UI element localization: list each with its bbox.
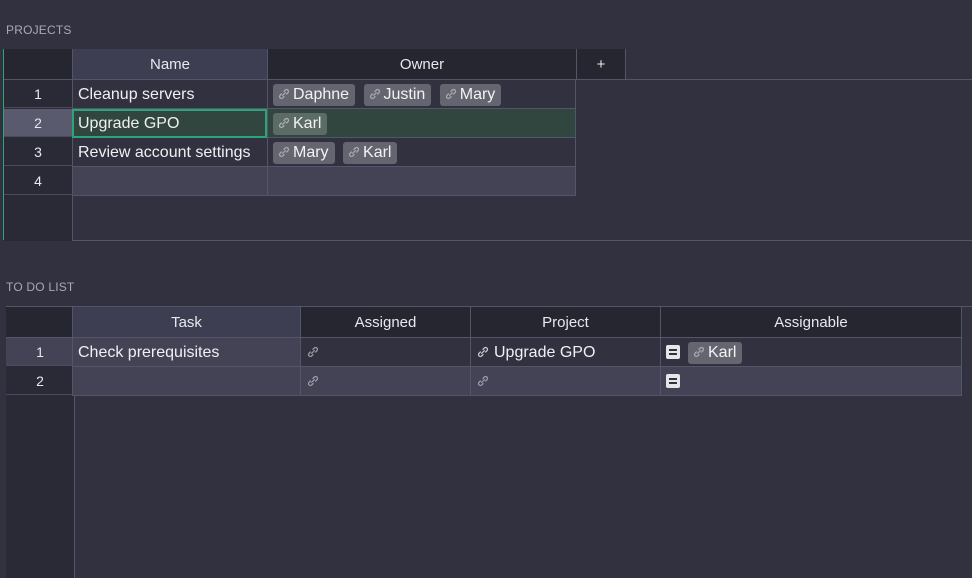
add-column-button[interactable]: + [576,49,626,80]
cell-name-selected[interactable]: Upgrade GPO [72,109,267,138]
link-icon [369,88,380,99]
link-icon [278,117,290,128]
link-icon [307,346,319,358]
choice-list-icon [666,374,680,388]
row-number[interactable]: 2 [4,109,72,137]
link-icon [693,346,705,357]
link-icon [445,88,456,99]
chip-label: Daphne [293,85,350,103]
cell-owner[interactable]: Daphne Justin Mary [267,80,576,109]
link-icon [477,375,489,387]
cell-project[interactable]: Upgrade GPO [470,338,660,367]
corner-cell[interactable] [4,49,72,80]
row-number[interactable]: 1 [4,80,72,108]
column-header-name[interactable]: Name [72,49,267,80]
row-number-column: 1 2 3 4 [4,49,73,241]
cell-owner[interactable]: Karl [267,109,576,138]
cell-text: Review account settings [78,144,251,161]
projects-grid: 1 2 3 4 Name Owner + Cleanup servers Dap… [4,49,972,241]
new-row-cell-task[interactable] [72,367,300,396]
new-row-cell-name[interactable] [72,167,267,196]
chip-label: Mary [459,85,496,103]
link-icon [307,375,319,387]
new-row-cell-assigned[interactable] [300,367,470,396]
column-header-assigned[interactable]: Assigned [300,307,470,338]
column-header-assignable[interactable]: Assignable [660,307,962,338]
reference-chip[interactable]: Karl [688,341,743,364]
cell-assignable[interactable]: Karl [660,338,962,367]
todo-grid: 1 2 Task Assigned Project Assignable Che… [6,306,972,578]
grid-bottom-border [72,240,972,241]
row-number-column: 1 2 [6,307,75,578]
projects-section-title: PROJECTS [6,23,72,37]
new-row-cell-project[interactable] [470,367,660,396]
corner-cell[interactable] [6,307,74,338]
cell-text: Upgrade GPO [78,115,180,132]
chip-label: Mary [293,143,329,161]
link-icon [477,346,489,358]
column-header-owner[interactable]: Owner [267,49,576,80]
reference-chip[interactable]: Karl [273,112,328,135]
cell-name[interactable]: Cleanup servers [72,80,267,109]
column-header-task[interactable]: Task [72,307,300,338]
column-header-project[interactable]: Project [470,307,660,338]
chip-label: Karl [363,143,392,161]
cell-text: Cleanup servers [78,86,195,103]
cell-task[interactable]: Check prerequisites [72,338,300,367]
choice-list-icon [666,345,680,359]
new-row-cell-owner[interactable] [267,167,576,196]
cell-text: Check prerequisites [78,344,220,361]
row-number[interactable]: 1 [6,338,74,366]
reference-chip[interactable]: Karl [343,141,398,164]
chip-label: Karl [708,343,737,361]
cell-text: Upgrade GPO [494,344,596,361]
todo-section-title: TO DO LIST [6,280,75,294]
row-number[interactable]: 3 [4,138,72,166]
new-row-cell-assignable[interactable] [660,367,962,396]
cell-owner[interactable]: Mary Karl [267,138,576,167]
chip-label: Justin [383,85,426,103]
link-icon [348,146,360,157]
reference-chip[interactable]: Justin [363,83,432,106]
cell-assigned[interactable] [300,338,470,367]
reference-chip[interactable]: Mary [439,83,502,106]
reference-chip[interactable]: Daphne [273,83,356,106]
row-number-add[interactable]: 2 [6,367,74,395]
link-icon [278,88,290,99]
row-number-add[interactable]: 4 [4,167,72,195]
cell-name[interactable]: Review account settings [72,138,267,167]
reference-chip[interactable]: Mary [273,141,335,164]
header-divider [626,79,972,80]
chip-label: Karl [293,114,322,132]
link-icon [278,146,290,157]
